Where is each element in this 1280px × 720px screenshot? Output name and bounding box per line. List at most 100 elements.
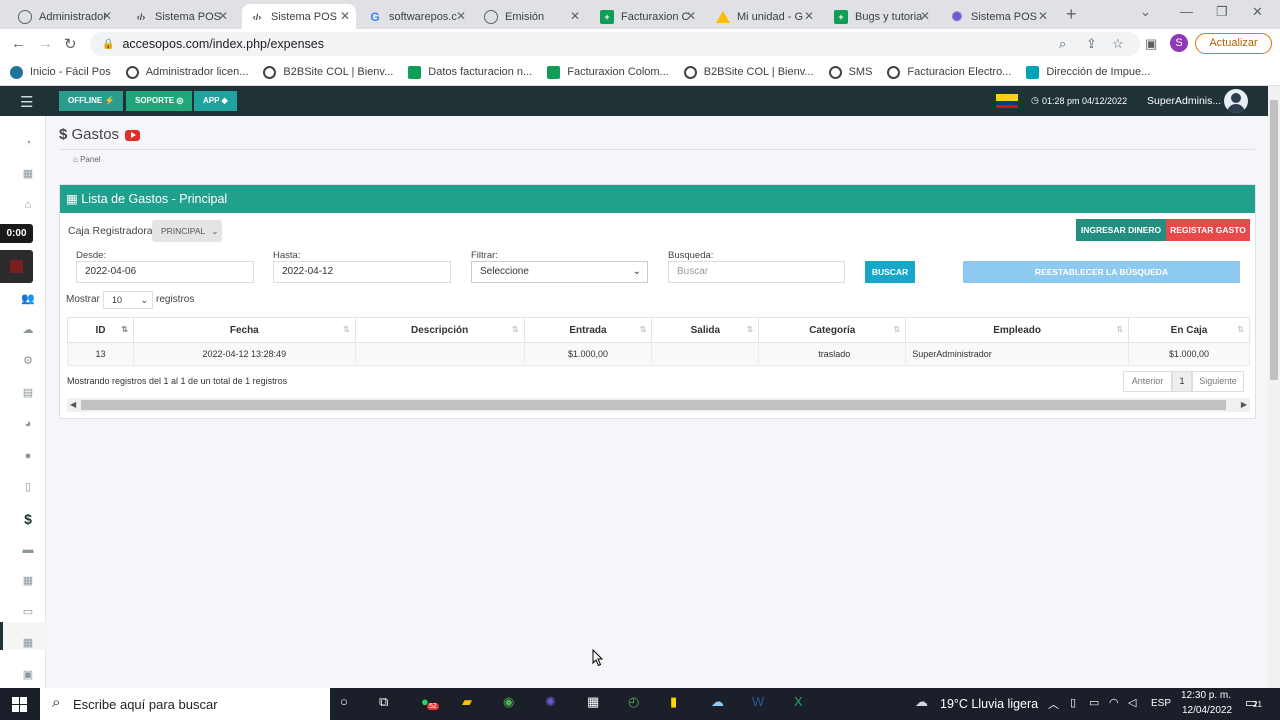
minimize-button[interactable]: — bbox=[1180, 4, 1193, 19]
column-header-descripcion[interactable]: Descripción ⇅ bbox=[354, 317, 525, 343]
taskbar-time[interactable]: 12:30 p. m. bbox=[1181, 690, 1231, 701]
close-icon[interactable]: ✕ bbox=[570, 9, 580, 23]
app-icon[interactable]: ✺ bbox=[545, 694, 556, 710]
table-icon[interactable]: ▦ bbox=[21, 574, 35, 588]
browser-tab[interactable]: Mi unidad - G ✕ bbox=[708, 4, 820, 29]
vertical-scrollbar[interactable] bbox=[1268, 86, 1280, 688]
column-header-salida[interactable]: Salida ⇅ bbox=[651, 317, 760, 343]
back-button[interactable]: ← bbox=[11, 35, 26, 52]
page-size-select[interactable]: 10 ⌄ bbox=[103, 291, 153, 309]
search-input[interactable]: Buscar bbox=[668, 261, 845, 283]
scroll-thumb[interactable] bbox=[81, 400, 1226, 410]
sticky-notes-icon[interactable]: ▮ bbox=[670, 694, 677, 710]
maximize-button[interactable]: ❐ bbox=[1216, 4, 1228, 20]
browser-tab[interactable]: Emisión ✕ bbox=[476, 4, 586, 29]
close-icon[interactable]: ✕ bbox=[456, 9, 466, 23]
browser-tab-active[interactable]: ‹/› Sistema POS ✕ bbox=[242, 4, 356, 29]
browser-tab[interactable]: Gsoftwarepos.c ✕ bbox=[360, 4, 472, 29]
clock-app-icon[interactable]: ◴ bbox=[628, 694, 639, 710]
microphone-icon[interactable]: ▯ bbox=[1070, 696, 1076, 709]
browser-tab[interactable]: + Bugs y tutoria ✕ bbox=[826, 4, 936, 29]
scroll-thumb[interactable] bbox=[1270, 100, 1278, 380]
users-icon[interactable]: 👥 bbox=[21, 292, 35, 306]
close-icon[interactable]: ✕ bbox=[1038, 9, 1048, 23]
language-indicator[interactable]: ESP bbox=[1151, 698, 1171, 709]
sidepanel-icon[interactable]: ▣ bbox=[1145, 36, 1157, 52]
url-bar[interactable]: 🔒 accesopos.com/index.php/expenses bbox=[90, 32, 1140, 56]
browser-tab[interactable]: ✺ Sistema POS ✕ bbox=[942, 4, 1054, 29]
bookmark-star-icon[interactable]: ☆ bbox=[1112, 36, 1124, 52]
bookmark-item[interactable]: Inicio - Fácil Pos bbox=[10, 65, 111, 79]
previous-page-button[interactable]: Anterior bbox=[1123, 371, 1172, 392]
user-icon[interactable]: ● bbox=[21, 449, 35, 463]
close-icon[interactable]: ✕ bbox=[686, 9, 696, 23]
reset-search-button[interactable]: REESTABLECER LA BÚSQUEDA bbox=[963, 261, 1240, 283]
close-icon[interactable]: ✕ bbox=[804, 9, 814, 23]
column-header-categoria[interactable]: Categoría ⇅ bbox=[758, 317, 907, 343]
ingresar-dinero-button[interactable]: INGRESAR DINERO bbox=[1076, 219, 1166, 241]
stop-recording-button[interactable] bbox=[0, 250, 33, 283]
cloud-icon[interactable]: ☁ bbox=[21, 323, 35, 337]
store-icon[interactable]: ▦ bbox=[587, 694, 599, 710]
forward-button[interactable]: → bbox=[38, 35, 53, 52]
caja-select[interactable]: PRINCIPAL ⌄ bbox=[152, 220, 222, 242]
excel-icon[interactable]: X bbox=[794, 694, 803, 709]
hasta-date-field[interactable]: 2022-04-12 bbox=[273, 261, 451, 283]
bookmark-item[interactable]: SMS bbox=[828, 65, 872, 79]
cogs-icon[interactable]: ⚙ bbox=[21, 354, 35, 368]
column-header-fecha[interactable]: Fecha ⇅ bbox=[132, 317, 356, 343]
money-icon[interactable]: ▣ bbox=[21, 668, 35, 682]
bookmark-item[interactable]: Administrador licen... bbox=[125, 65, 248, 79]
app-button[interactable]: APP ◆ bbox=[194, 91, 237, 111]
horizontal-scrollbar[interactable]: ◀ ▶ bbox=[67, 398, 1250, 412]
file-icon[interactable]: ▯ bbox=[21, 480, 35, 494]
share-icon[interactable]: ⇪ bbox=[1086, 36, 1097, 52]
bookmark-item[interactable]: Facturaxion Colom... bbox=[547, 65, 669, 79]
new-tab-button[interactable]: + bbox=[1066, 4, 1077, 25]
breadcrumb[interactable]: ⌂ Panel bbox=[73, 155, 101, 164]
chrome-icon[interactable]: ◉ bbox=[503, 694, 514, 710]
close-icon[interactable]: ✕ bbox=[340, 9, 350, 23]
taskbar-search[interactable]: ⌕ Escribe aquí para buscar bbox=[40, 688, 330, 720]
browser-tab[interactable]: Administrador ✕ bbox=[10, 4, 118, 29]
windows-start-icon[interactable] bbox=[12, 697, 27, 712]
calendar-icon[interactable]: ▦ bbox=[21, 636, 35, 650]
hamburger-icon[interactable]: ☰ bbox=[20, 93, 33, 111]
page-number-button[interactable]: 1 bbox=[1172, 371, 1192, 392]
reload-button[interactable]: ↻ bbox=[64, 35, 77, 53]
column-header-empleado[interactable]: Empleado ⇅ bbox=[905, 317, 1130, 343]
column-header-entrada[interactable]: Entrada ⇅ bbox=[523, 317, 653, 343]
bookmark-item[interactable]: B2BSite COL | Bienv... bbox=[683, 65, 814, 79]
registrar-gasto-button[interactable]: REGISTAR GASTO bbox=[1166, 219, 1250, 241]
bookmark-item[interactable]: Facturacion Electro... bbox=[887, 65, 1011, 79]
bookmark-item[interactable]: B2BSite COL | Bienv... bbox=[263, 65, 393, 79]
inbox-icon[interactable]: ▭ bbox=[21, 605, 35, 619]
cortana-icon[interactable]: ○ bbox=[340, 694, 348, 709]
bank-icon[interactable]: ⌂ bbox=[21, 198, 35, 212]
close-icon[interactable]: ✕ bbox=[920, 9, 930, 23]
bookmark-item[interactable]: Dirección de Impue... bbox=[1026, 65, 1150, 79]
chevron-up-icon[interactable]: ︿ bbox=[1048, 696, 1059, 712]
calendar-icon[interactable]: ▦ bbox=[21, 167, 35, 181]
update-button[interactable]: Actualizar bbox=[1195, 33, 1272, 54]
scroll-left-icon[interactable]: ◀ bbox=[70, 400, 76, 409]
youtube-icon[interactable] bbox=[125, 129, 141, 141]
next-page-button[interactable]: Siguiente bbox=[1192, 371, 1244, 392]
battery-icon[interactable]: ▭ bbox=[1089, 696, 1099, 709]
column-header-en-caja[interactable]: En Caja ⇅ bbox=[1128, 317, 1250, 343]
desde-date-field[interactable]: 2022-04-06 bbox=[76, 261, 254, 283]
file-explorer-icon[interactable]: ▰ bbox=[462, 694, 472, 710]
soporte-button[interactable]: SOPORTE ◎ bbox=[126, 91, 193, 111]
filtrar-select[interactable]: Seleccione ⌄ bbox=[471, 261, 648, 283]
avatar[interactable] bbox=[1224, 89, 1248, 113]
task-view-icon[interactable]: ⧉ bbox=[379, 694, 388, 710]
browser-tab[interactable]: + Facturaxion C ✕ bbox=[592, 4, 702, 29]
table-row[interactable]: 13 2022-04-12 13:28:49 $1.000,00 traslad… bbox=[67, 342, 1250, 366]
weather-text[interactable]: 19°C Lluvia ligera bbox=[940, 697, 1038, 711]
word-icon[interactable]: W bbox=[752, 694, 764, 709]
offline-button[interactable]: OFFLINE ⚡ bbox=[59, 91, 124, 111]
close-icon[interactable]: ✕ bbox=[102, 9, 112, 23]
chevron-down-icon[interactable]: ⌄ bbox=[1140, 4, 1151, 20]
close-window-button[interactable]: ✕ bbox=[1252, 4, 1263, 20]
truck-icon[interactable]: ▬ bbox=[21, 543, 35, 557]
